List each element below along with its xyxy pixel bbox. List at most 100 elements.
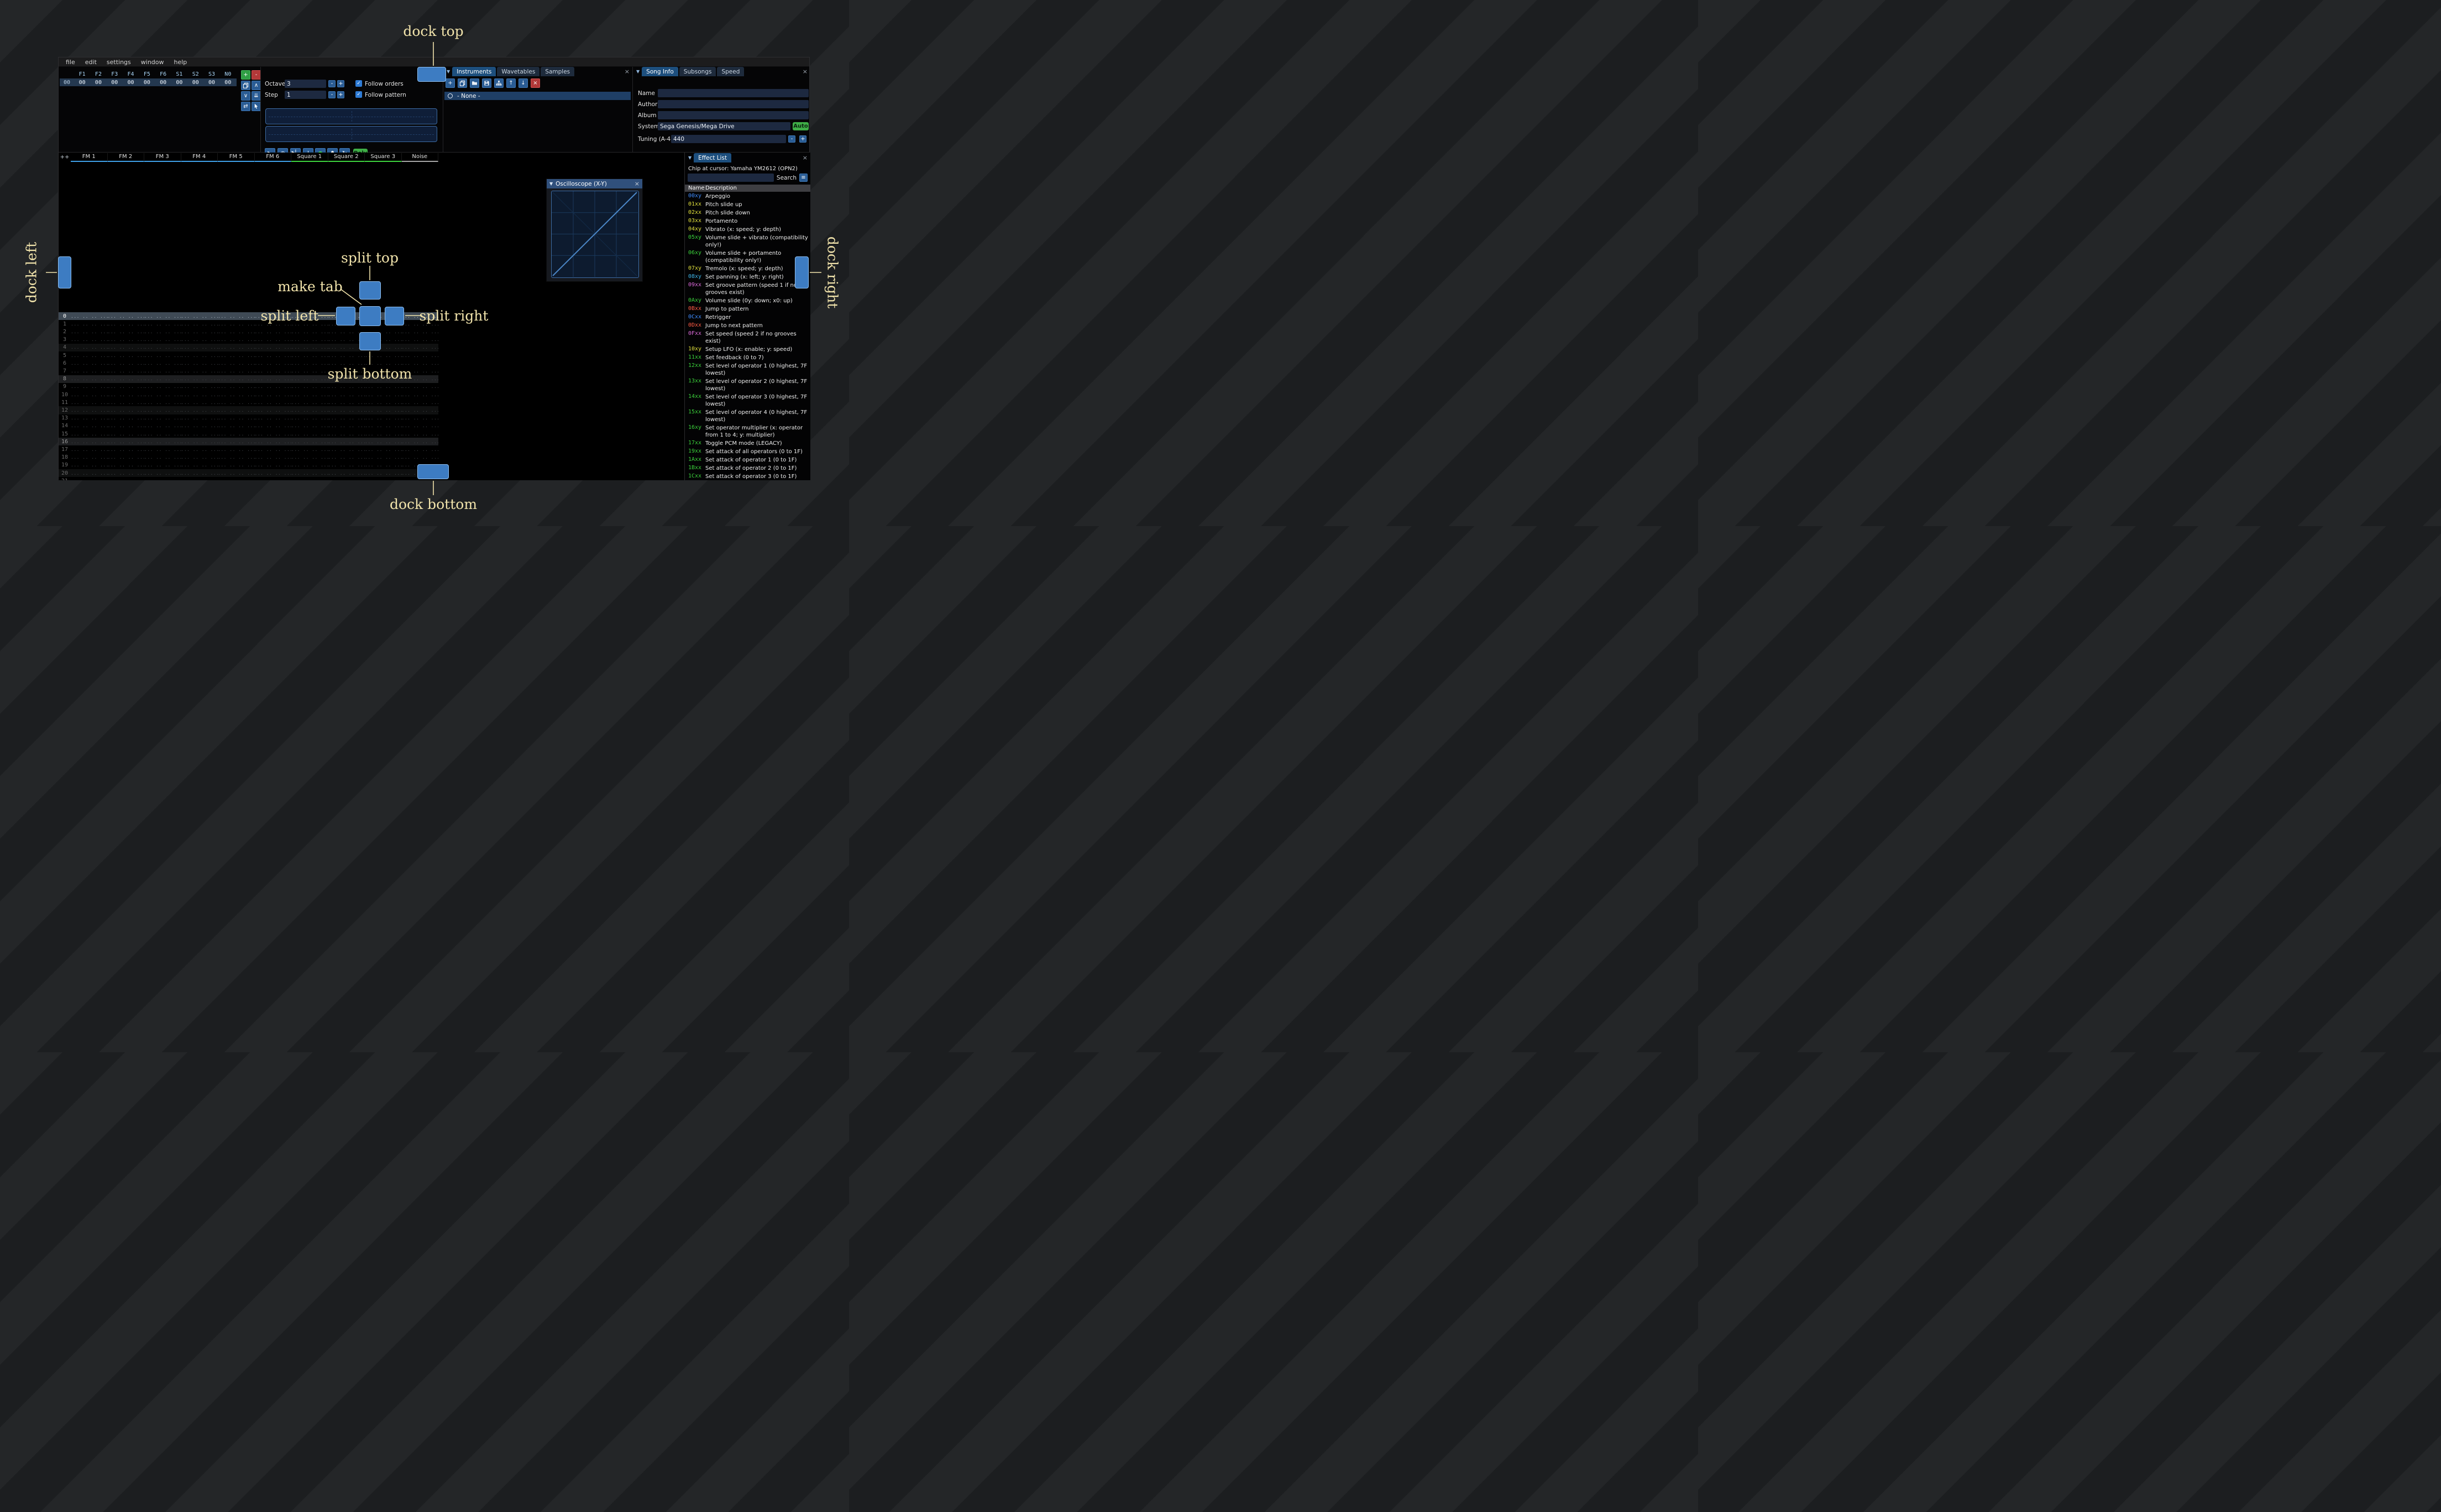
pattern-cell[interactable]: ... .. .. .... [144,423,181,428]
collapse-icon[interactable]: ▼ [549,181,553,186]
pattern-cell[interactable]: ... .. .. .... [181,416,218,421]
channel-header[interactable]: Square 2 [328,153,365,162]
pattern-cell[interactable]: ... .. .. .... [71,322,108,327]
pattern-cell[interactable]: ... .. .. .... [108,455,145,460]
pattern-cell[interactable]: ... .. .. .... [181,463,218,468]
panel-tab[interactable]: Song Info [642,67,678,76]
menu-item[interactable]: window [136,59,169,66]
pattern-cell[interactable]: ... .. .. .... [181,314,218,319]
pattern-cell[interactable]: ... .. .. .... [218,322,255,327]
effect-row[interactable]: 16xy Set operator multiplier (x: operato… [685,424,810,439]
order-cell[interactable]: 00 [123,80,139,86]
pattern-cell[interactable]: ... .. .. .... [181,337,218,342]
oscilloscope-title-bar[interactable]: ▼ Oscilloscope (X-Y) × [547,179,642,188]
panel-tab[interactable]: Samples [541,67,575,76]
name-field[interactable] [658,89,809,97]
effect-row[interactable]: 06xy Volume slide + portamento (compatib… [685,249,810,265]
pattern-cell[interactable]: ... .. .. .... [365,455,402,460]
pattern-cell[interactable]: ... .. .. .... [108,337,145,342]
pattern-corner-expander[interactable]: ++ [59,153,71,162]
pattern-cell[interactable]: ... .. .. .... [108,353,145,358]
pattern-cell[interactable]: ... .. .. .... [181,479,218,480]
pattern-cell[interactable]: ... .. .. .... [144,416,181,421]
pattern-cell[interactable]: ... .. .. .... [108,471,145,476]
pattern-cell[interactable]: ... .. .. .... [255,432,292,437]
pattern-cell[interactable]: ... .. .. .... [71,392,108,397]
pattern-cell[interactable]: ... .. .. .... [291,400,328,405]
pattern-cell[interactable]: ... .. .. .... [402,416,439,421]
effect-row[interactable]: 13xx Set level of operator 2 (0 highest,… [685,377,810,393]
pattern-cell[interactable]: ... .. .. .... [328,361,365,366]
pattern-cell[interactable]: ... .. .. .... [144,337,181,342]
effect-row[interactable]: 02xx Pitch slide down [685,209,810,217]
pattern-cell[interactable]: ... .. .. .... [144,369,181,374]
pattern-cell[interactable]: ... .. .. .... [71,447,108,452]
pattern-cell[interactable]: ... .. .. .... [218,392,255,397]
pattern-cell[interactable]: ... .. .. .... [365,408,402,413]
panel-tab[interactable]: Instruments [452,67,496,76]
pattern-cell[interactable]: ... .. .. .... [218,337,255,342]
pattern-cell[interactable]: ... .. .. .... [181,329,218,334]
step-plus-button[interactable]: + [337,91,344,98]
pattern-cell[interactable]: ... .. .. .... [144,408,181,413]
add-order-button[interactable]: + [241,70,250,80]
pattern-cell[interactable]: ... .. .. .... [328,392,365,397]
pattern-cell[interactable]: ... .. .. .... [218,423,255,428]
pattern-cell[interactable]: ... .. .. .... [218,314,255,319]
pattern-cell[interactable]: ... .. .. .... [218,447,255,452]
dock-top-target[interactable] [417,67,446,82]
channel-header[interactable]: FM 6 [254,153,291,162]
channel-header[interactable]: Noise [401,153,438,162]
pattern-cell[interactable]: ... .. .. .... [71,345,108,350]
octave-plus-button[interactable]: + [337,80,344,87]
pattern-cell[interactable]: ... .. .. .... [291,432,328,437]
follow-orders-checkbox[interactable]: ✓ [355,80,362,87]
pattern-cell[interactable]: ... .. .. .... [291,361,328,366]
effect-row[interactable]: 19xx Set attack of all operators (0 to 1… [685,448,810,456]
pattern-cell[interactable]: ... .. .. .... [108,314,145,319]
duplicate-order-end-button[interactable]: ⇊ [252,91,261,101]
dock-right-target[interactable] [795,256,809,288]
pattern-cell[interactable]: ... .. .. .... [402,423,439,428]
effect-row[interactable]: 0Axy Volume slide (0y: down; x0: up) [685,297,810,305]
pattern-cell[interactable]: ... .. .. .... [328,471,365,476]
pattern-cell[interactable]: ... .. .. .... [108,376,145,381]
pattern-cell[interactable]: ... .. .. .... [71,408,108,413]
octave-input[interactable] [285,80,326,88]
pattern-cell[interactable]: ... .. .. .... [255,400,292,405]
effect-row[interactable]: 15xx Set level of operator 4 (0 highest,… [685,408,810,424]
effect-row[interactable]: 1Bxx Set attack of operator 2 (0 to 1F) [685,464,810,473]
pattern-cell[interactable]: ... .. .. .... [402,455,439,460]
pattern-cell[interactable]: ... .. .. .... [255,463,292,468]
pattern-cell[interactable]: ... .. .. .... [255,369,292,374]
octave-minus-button[interactable]: - [328,80,336,87]
split-top-target[interactable] [359,281,381,300]
order-cell[interactable]: 00 [220,80,236,86]
pattern-cell[interactable]: ... .. .. .... [108,416,145,421]
pattern-cell[interactable]: ... .. .. .... [218,376,255,381]
pattern-cell[interactable]: ... .. .. .... [108,400,145,405]
album-field[interactable] [658,111,809,119]
auto-system-button[interactable]: Auto [793,122,809,130]
pattern-cell[interactable]: ... .. .. .... [255,471,292,476]
pattern-cell[interactable]: ... .. .. .... [71,400,108,405]
pattern-cell[interactable]: ... .. .. .... [328,408,365,413]
pattern-cell[interactable]: ... .. .. .... [328,439,365,444]
pattern-cell[interactable]: ... .. .. .... [218,369,255,374]
pattern-cell[interactable]: ... .. .. .... [255,345,292,350]
orders-row[interactable]: 00 00 00 00 00 00 00 00 00 00 00 [60,78,237,86]
effect-row[interactable]: 17xx Toggle PCM mode (LEGACY) [685,439,810,448]
pattern-cell[interactable]: ... .. .. .... [365,353,402,358]
pattern-cell[interactable]: ... .. .. .... [402,439,439,444]
order-cell[interactable]: 00 [107,80,123,86]
pattern-cell[interactable]: ... .. .. .... [255,455,292,460]
pattern-cell[interactable]: ... .. .. .... [291,384,328,389]
pattern-cell[interactable]: ... .. .. .... [144,329,181,334]
open-instrument-button[interactable] [470,78,479,88]
delete-instrument-button[interactable]: × [531,78,540,88]
close-icon[interactable]: × [625,68,630,75]
pattern-cell[interactable]: ... .. .. .... [218,439,255,444]
split-right-target[interactable] [385,307,404,326]
pattern-cell[interactable]: ... .. .. .... [402,400,439,405]
pattern-cell[interactable]: ... .. .. .... [328,447,365,452]
